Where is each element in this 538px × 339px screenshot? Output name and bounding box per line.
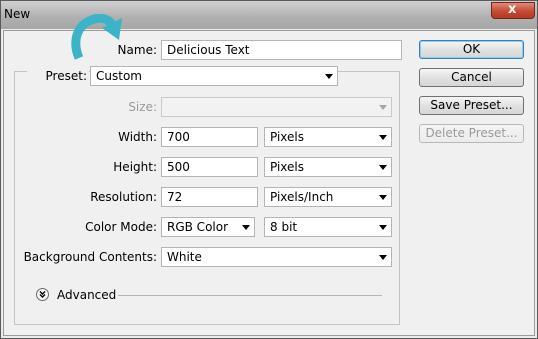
chevron-down-icon — [379, 165, 387, 170]
advanced-divider — [118, 295, 382, 296]
cancel-button[interactable]: Cancel — [419, 68, 524, 87]
bit-depth-select[interactable]: 8 bit — [264, 217, 392, 237]
color-mode-select[interactable]: RGB Color — [161, 217, 255, 237]
close-icon: x — [508, 2, 517, 17]
name-input[interactable]: Delicious Text — [161, 40, 402, 60]
resolution-input[interactable]: 72 — [161, 187, 258, 207]
chevron-down-icon — [379, 135, 387, 140]
double-chevron-down-icon — [39, 291, 46, 298]
resolution-unit-value: Pixels/Inch — [270, 190, 334, 204]
chevron-down-icon — [379, 255, 387, 260]
new-document-dialog: New x Name: Delicious Text Preset: Custo… — [0, 0, 538, 339]
height-input[interactable]: 500 — [161, 157, 258, 177]
width-unit-value: Pixels — [270, 130, 305, 144]
chevron-down-icon — [379, 225, 387, 230]
name-label: Name: — [117, 43, 157, 57]
height-unit-value: Pixels — [270, 160, 305, 174]
background-contents-label: Background Contents: — [23, 250, 157, 264]
advanced-label[interactable]: Advanced — [57, 288, 116, 302]
chevron-down-icon — [379, 195, 387, 200]
width-label: Width: — [118, 130, 157, 144]
ok-button[interactable]: OK — [419, 40, 524, 59]
chevron-down-icon — [325, 74, 333, 79]
window-title: New — [4, 7, 31, 21]
size-select — [161, 97, 392, 117]
height-unit-select[interactable]: Pixels — [264, 157, 392, 177]
advanced-toggle[interactable] — [36, 288, 49, 301]
background-contents-value: White — [167, 250, 202, 264]
delete-preset-button: Delete Preset... — [419, 124, 524, 143]
background-contents-select[interactable]: White — [161, 247, 392, 267]
width-unit-select[interactable]: Pixels — [264, 127, 392, 147]
chevron-down-icon — [242, 225, 250, 230]
height-label: Height: — [113, 160, 157, 174]
color-mode-label: Color Mode: — [85, 220, 157, 234]
save-preset-button[interactable]: Save Preset... — [419, 96, 524, 115]
preset-label: Preset: — [27, 69, 89, 83]
preset-select[interactable]: Custom — [90, 66, 338, 86]
size-label: Size: — [128, 100, 157, 114]
preset-value: Custom — [96, 69, 142, 83]
color-mode-value: RGB Color — [167, 220, 229, 234]
width-input[interactable]: 700 — [161, 127, 258, 147]
bit-depth-value: 8 bit — [270, 220, 298, 234]
close-button[interactable]: x — [491, 2, 535, 19]
chevron-down-icon — [379, 105, 387, 110]
resolution-label: Resolution: — [90, 190, 157, 204]
resolution-unit-select[interactable]: Pixels/Inch — [264, 187, 392, 207]
